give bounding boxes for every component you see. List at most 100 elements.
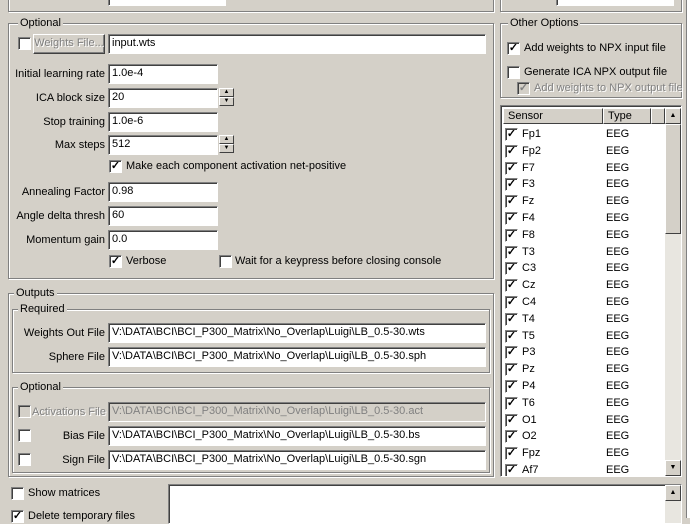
ica-block-size-spin-up[interactable]: ▲ (219, 88, 234, 97)
show-matrices-checkbox[interactable] (11, 487, 24, 500)
sensor-row[interactable]: ✓ Af7 EEG (503, 462, 663, 476)
weights-file-button[interactable]: Weights File... (33, 34, 105, 54)
sensor-name: F4 (522, 212, 535, 224)
empty-column-header (651, 108, 665, 124)
sphere-file-input[interactable]: V:\DATA\BCI\BCI_P300_Matrix\No_Overlap\L… (108, 347, 486, 367)
sensor-checkbox[interactable]: ✓ (505, 464, 518, 476)
max-steps-spin-up[interactable]: ▲ (219, 135, 234, 144)
right-top-partial-field[interactable] (556, 0, 674, 6)
sensor-checkbox[interactable]: ✓ (505, 363, 518, 377)
sensor-checkbox[interactable]: ✓ (505, 228, 518, 242)
sensor-checkbox[interactable]: ✓ (505, 212, 518, 225)
sensor-scroll-down[interactable]: ▼ (665, 460, 681, 476)
sensor-checkbox[interactable]: ✓ (505, 312, 518, 326)
sensor-type: EEG (606, 279, 630, 292)
sensor-list-scrollbar[interactable]: ▲ ▼ (665, 108, 681, 476)
sensor-name: F3 (522, 178, 535, 191)
max-steps-spin-down[interactable]: ▼ (219, 144, 234, 153)
console-scrollbar[interactable]: ▲ (665, 485, 681, 523)
sensor-row[interactable]: ✓ P4 EEG (503, 378, 663, 394)
outputs-legend: Outputs (14, 287, 57, 299)
sensor-checkbox[interactable]: ✓ (505, 329, 518, 343)
sensor-checkbox[interactable]: ✓ (505, 144, 518, 158)
annealing-factor-input[interactable]: 0.98 (108, 182, 218, 202)
sign-file-input[interactable]: V:\DATA\BCI\BCI_P300_Matrix\No_Overlap\L… (108, 450, 486, 470)
sensor-row[interactable]: ✓ F4 EEG (503, 210, 663, 226)
sensor-checkbox[interactable]: ✓ (505, 346, 518, 360)
activations-file-checkbox[interactable] (18, 405, 31, 418)
sensor-checkbox[interactable]: ✓ (505, 430, 518, 444)
console-scroll-up[interactable]: ▲ (665, 485, 681, 501)
bias-file-input[interactable]: V:\DATA\BCI\BCI_P300_Matrix\No_Overlap\L… (108, 426, 486, 446)
sensor-row[interactable]: ✓ T6 EEG (503, 395, 663, 411)
delete-temp-checkbox[interactable]: ✓ (11, 510, 24, 523)
sensor-scroll-up[interactable]: ▲ (665, 108, 681, 124)
sensor-checkbox[interactable]: ✓ (505, 161, 518, 175)
wait-keypress-label: Wait for a keypress before closing conso… (235, 255, 442, 267)
ica-block-size-label: ICA block size (35, 92, 105, 104)
sensor-row[interactable]: ✓ Cz EEG (503, 277, 663, 293)
activations-file-input[interactable]: V:\DATA\BCI\BCI_P300_Matrix\No_Overlap\L… (108, 402, 486, 422)
momentum-gain-input[interactable]: 0.0 (108, 230, 218, 250)
bias-file-checkbox[interactable] (18, 429, 31, 442)
sensor-row[interactable]: ✓ T5 EEG (503, 328, 663, 344)
weights-file-input[interactable]: input.wts (108, 34, 486, 54)
ica-block-size-spin-down[interactable]: ▼ (219, 97, 234, 106)
sensor-row[interactable]: ✓ O2 EEG (503, 428, 663, 444)
sensor-name: Fpz (522, 447, 541, 460)
sensor-row[interactable]: ✓ Pz EEG (503, 361, 663, 377)
sensor-name: T6 (522, 396, 535, 409)
generate-ica-checkbox[interactable] (507, 66, 520, 79)
wait-keypress-checkbox[interactable] (219, 255, 232, 268)
sensor-row[interactable]: ✓ C4 EEG (503, 294, 663, 310)
sensor-scroll-thumb[interactable] (665, 124, 681, 234)
sensor-row[interactable]: ✓ F3 EEG (503, 176, 663, 192)
sensor-checkbox[interactable]: ✓ (505, 128, 518, 141)
angle-delta-input[interactable]: 60 (108, 206, 218, 226)
add-weights-input-label: Add weights to NPX input file (524, 42, 666, 54)
sign-file-checkbox[interactable] (18, 453, 31, 466)
sensor-column-header[interactable]: Sensor (503, 108, 603, 124)
verbose-checkbox[interactable]: ✓ (109, 255, 122, 268)
angle-delta-label: Angle delta thresh (16, 210, 105, 222)
sensor-row[interactable]: ✓ Fp2 EEG (503, 143, 663, 159)
sensor-checkbox[interactable]: ✓ (505, 380, 518, 393)
sensor-type: EEG (606, 464, 630, 476)
sensor-row[interactable]: ✓ C3 EEG (503, 260, 663, 276)
add-weights-output-checkbox[interactable]: ✓ (517, 82, 530, 95)
add-weights-input-checkbox[interactable]: ✓ (507, 42, 520, 55)
sensor-checkbox[interactable]: ✓ (505, 396, 518, 410)
initial-learning-rate-input[interactable]: 1.0e-4 (108, 64, 218, 84)
sensor-name: Cz (522, 279, 536, 292)
sensor-checkbox[interactable]: ✓ (505, 447, 518, 461)
sensor-row[interactable]: ✓ O1 EEG (503, 412, 663, 428)
sensor-row[interactable]: ✓ Fz EEG (503, 193, 663, 209)
sensor-checkbox[interactable]: ✓ (505, 262, 518, 276)
sensor-row[interactable]: ✓ T4 EEG (503, 311, 663, 327)
net-positive-checkbox[interactable]: ✓ (109, 160, 122, 173)
sensor-checkbox[interactable]: ✓ (505, 413, 518, 427)
sensor-checkbox[interactable]: ✓ (505, 245, 518, 259)
sensor-checkbox[interactable]: ✓ (505, 279, 518, 293)
console-textarea[interactable]: ▲ (168, 484, 682, 524)
weights-out-label: Weights Out File (23, 327, 105, 339)
sensor-type: EEG (606, 296, 630, 308)
sensor-row[interactable]: ✓ T3 EEG (503, 244, 663, 260)
sensor-type: EEG (606, 228, 630, 241)
sensor-row[interactable]: ✓ F8 EEG (503, 227, 663, 243)
type-column-header[interactable]: Type (603, 108, 651, 124)
sensor-name: Fp2 (522, 144, 541, 157)
sensor-row[interactable]: ✓ F7 EEG (503, 160, 663, 176)
sensor-checkbox[interactable]: ✓ (505, 195, 518, 209)
max-steps-input[interactable]: 512 (108, 135, 218, 155)
sensor-list[interactable]: Sensor Type ✓ Fp1 EEG ✓ Fp2 EEG ✓ F7 EEG ✓ F3 EEG ✓ F… (500, 105, 682, 477)
stop-training-input[interactable]: 1.0e-6 (108, 112, 218, 132)
sensor-checkbox[interactable]: ✓ (505, 178, 518, 192)
ica-block-size-input[interactable]: 20 (108, 88, 218, 108)
sensor-row[interactable]: ✓ P3 EEG (503, 344, 663, 360)
weights-out-input[interactable]: V:\DATA\BCI\BCI_P300_Matrix\No_Overlap\L… (108, 323, 486, 343)
sensor-row[interactable]: ✓ Fpz EEG (503, 445, 663, 461)
sensor-checkbox[interactable]: ✓ (505, 296, 518, 309)
sensor-row[interactable]: ✓ Fp1 EEG (503, 126, 663, 142)
weights-file-checkbox[interactable] (18, 37, 31, 50)
